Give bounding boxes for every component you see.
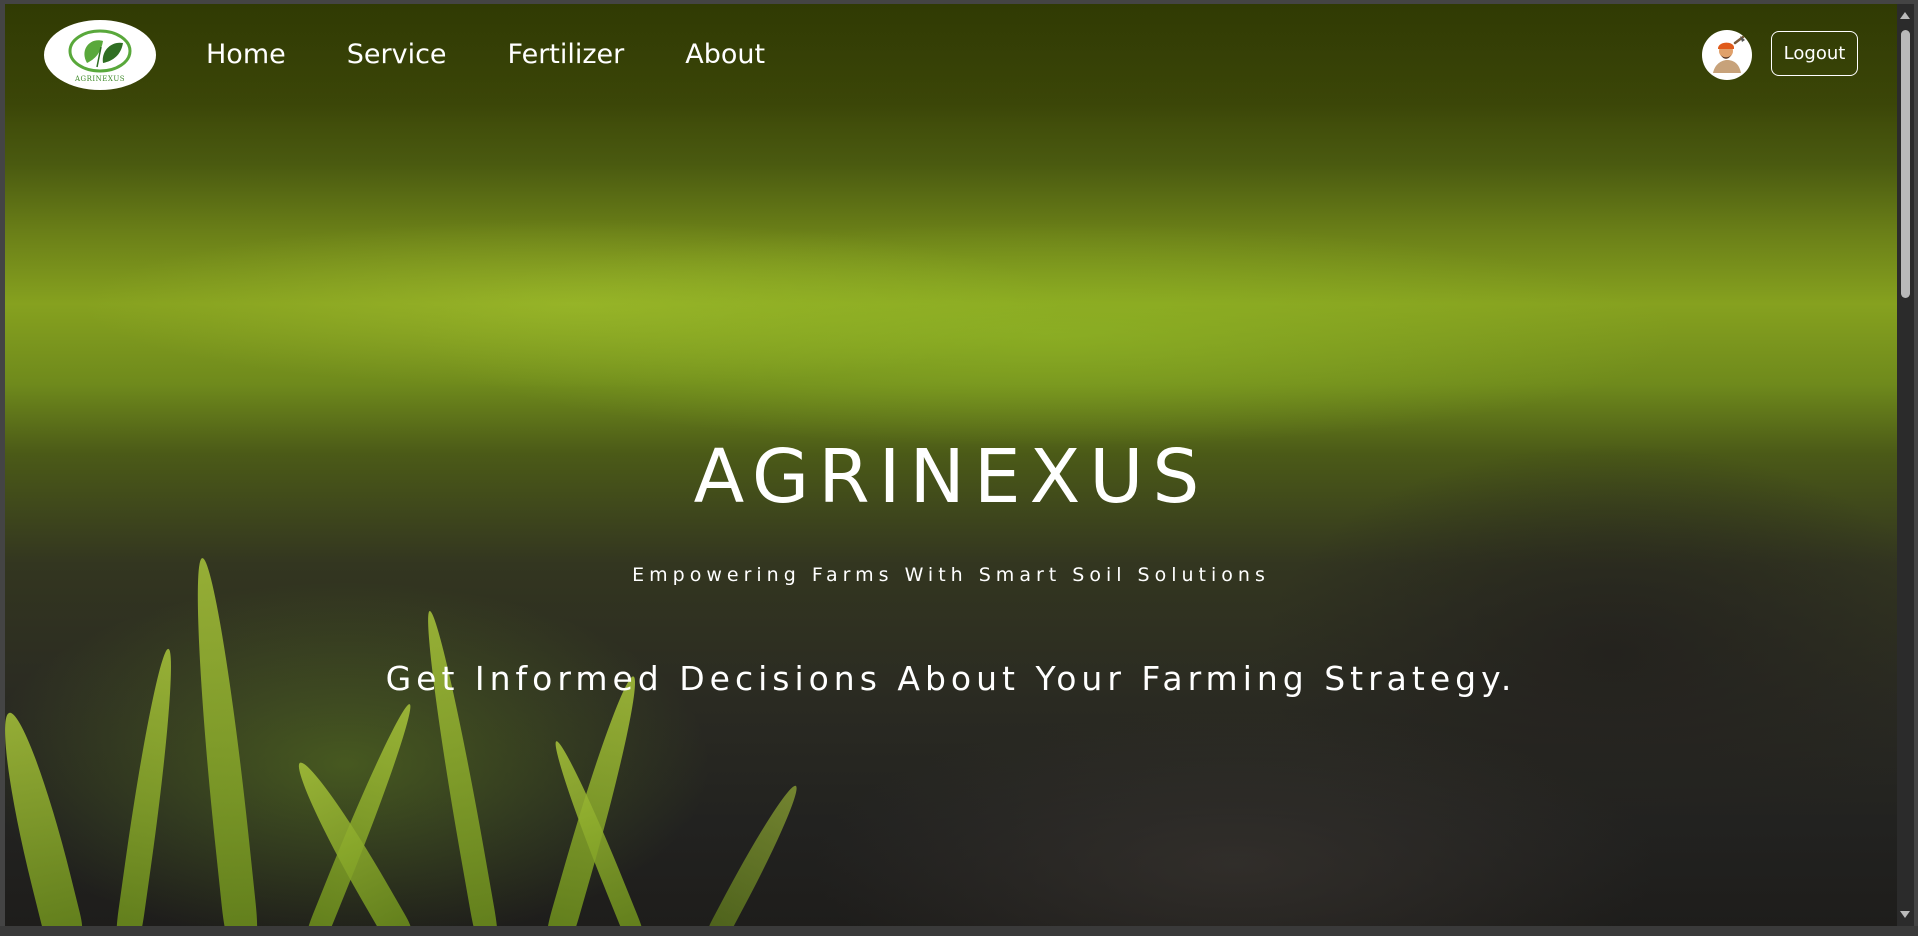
hero-content: AGRINEXUS Empowering Farms With Smart So… [5, 4, 1897, 926]
scroll-thumb[interactable] [1901, 30, 1910, 298]
hero-tagline: Get Informed Decisions About Your Farmin… [385, 659, 1517, 698]
nav-link-home[interactable]: Home [206, 37, 286, 73]
nav-links: Home Service Fertilizer About [206, 37, 826, 73]
nav-link-about[interactable]: About [685, 37, 765, 73]
vertical-scrollbar[interactable] [1897, 4, 1914, 926]
scroll-up-arrow-icon[interactable] [1900, 12, 1910, 19]
nav-link-service[interactable]: Service [347, 37, 447, 73]
scroll-down-arrow-icon[interactable] [1900, 911, 1910, 918]
hero-section: AGRINEXUS Home Service Fertilizer About [5, 4, 1897, 926]
leaf-logo-icon [68, 29, 132, 73]
user-avatar-icon [1706, 34, 1748, 76]
hero-title: AGRINEXUS [693, 434, 1209, 520]
nav-link-fertilizer[interactable]: Fertilizer [508, 37, 625, 73]
browser-viewport: AGRINEXUS Home Service Fertilizer About [0, 0, 1918, 936]
logout-button[interactable]: Logout [1771, 31, 1858, 76]
user-avatar[interactable] [1702, 30, 1752, 80]
window-bottom-edge [0, 926, 1918, 936]
logo-text: AGRINEXUS [74, 75, 126, 83]
hero-subtitle: Empowering Farms With Smart Soil Solutio… [632, 564, 1270, 586]
site-logo[interactable]: AGRINEXUS [44, 20, 156, 90]
top-navbar: AGRINEXUS Home Service Fertilizer About [5, 4, 1897, 108]
